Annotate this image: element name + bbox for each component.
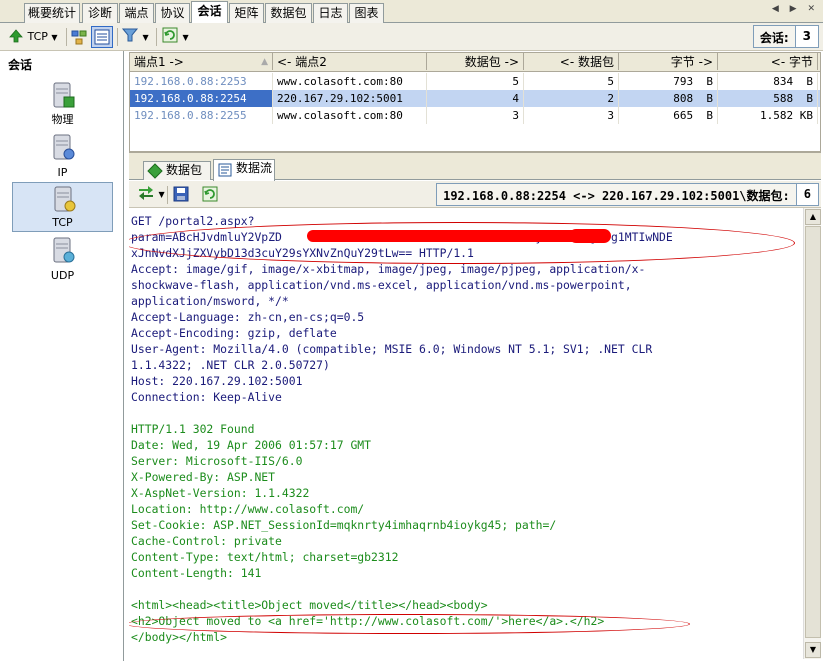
tab-protocols[interactable]: 协议 bbox=[155, 3, 190, 23]
cell-endpoint2: www.colasoft.com:80 bbox=[273, 73, 427, 90]
cell-endpoint2: 220.167.29.102:5001 bbox=[273, 90, 427, 107]
packet-icon bbox=[147, 163, 163, 179]
session-count-value: 3 bbox=[795, 26, 818, 47]
scroll-up-button[interactable]: ▲ bbox=[805, 209, 821, 225]
refresh-icon bbox=[202, 186, 218, 202]
session-type-physical[interactable]: 物理 bbox=[12, 79, 113, 129]
column-header-bytes-in[interactable]: <- 字节 bbox=[718, 53, 818, 70]
refresh-button[interactable]: ▼ bbox=[161, 26, 191, 48]
tab-packets-detail[interactable]: 数据包 bbox=[143, 161, 211, 180]
protocol-label: TCP bbox=[27, 30, 48, 43]
table-row[interactable]: 192.168.0.88:2253 www.colasoft.com:80 5 … bbox=[130, 73, 820, 90]
tab-label: 数据流 bbox=[236, 161, 273, 175]
panel-title: 会话 bbox=[8, 58, 33, 72]
table-header: 端点1 -> ▲ <- 端点2 数据包 -> <- 数据包 字节 -> <- 字节 bbox=[130, 53, 820, 72]
column-header-packets-in[interactable]: <- 数据包 bbox=[524, 53, 619, 70]
packet-count-value: 6 bbox=[796, 184, 818, 205]
cell-bytes-in: 1.582 KB bbox=[718, 107, 818, 124]
session-type-label: IP bbox=[57, 166, 68, 179]
cell-endpoint1: 192.168.0.88:2253 bbox=[130, 73, 273, 90]
server-icon bbox=[53, 134, 75, 160]
cell-bytes-out: 793 B bbox=[619, 73, 718, 90]
view-tab-strip: 概要统计 诊断 端点 协议 会话 矩阵 数据包 日志 图表 ◀ ▶ ✕ bbox=[0, 0, 823, 24]
session-type-tcp[interactable]: TCP bbox=[12, 182, 113, 232]
tab-summary[interactable]: 概要统计 bbox=[24, 3, 80, 23]
tab-label: 数据包 bbox=[166, 163, 203, 177]
refresh-detail-button[interactable] bbox=[201, 183, 221, 205]
cell-endpoint1: 192.168.0.88:2255 bbox=[130, 107, 273, 124]
tab-endpoints[interactable]: 端点 bbox=[119, 3, 154, 23]
scroll-down-button[interactable]: ▼ bbox=[805, 642, 821, 658]
tab-matrix[interactable]: 矩阵 bbox=[229, 3, 264, 23]
scroll-thumb[interactable] bbox=[805, 226, 821, 638]
cell-packets-in: 2 bbox=[524, 90, 619, 107]
tab-charts[interactable]: 图表 bbox=[349, 3, 384, 23]
column-header-packets-out[interactable]: 数据包 -> bbox=[427, 53, 524, 70]
main-toolbar: TCP ▼ ▼ ▼ 会话: 3 bbox=[0, 23, 823, 51]
packet-info-display: 192.168.0.88:2254 <-> 220.167.29.102:500… bbox=[436, 183, 819, 206]
filter-icon bbox=[121, 28, 139, 42]
cell-bytes-in: 588 B bbox=[718, 90, 818, 107]
session-type-ip[interactable]: IP bbox=[12, 131, 113, 181]
table-row[interactable]: 192.168.0.88:2254 220.167.29.102:5001 4 … bbox=[130, 90, 820, 107]
session-type-label: TCP bbox=[52, 216, 73, 229]
tab-log[interactable]: 日志 bbox=[313, 3, 348, 23]
chevron-down-icon: ▼ bbox=[158, 190, 165, 199]
vertical-scrollbar[interactable]: ▲ ▼ bbox=[803, 208, 821, 659]
chevron-down-icon: ▼ bbox=[142, 33, 149, 42]
cell-endpoint1: 192.168.0.88:2254 bbox=[130, 90, 273, 107]
list-icon bbox=[94, 29, 110, 45]
chevron-down-icon: ▼ bbox=[51, 33, 58, 42]
up-arrow-icon bbox=[9, 29, 23, 43]
cell-packets-out: 5 bbox=[427, 73, 524, 90]
save-button[interactable] bbox=[172, 183, 192, 205]
tab-sessions[interactable]: 会话 bbox=[191, 1, 228, 24]
session-type-label: 物理 bbox=[51, 113, 74, 126]
tab-scroll-arrows[interactable]: ◀ ▶ ✕ bbox=[772, 4, 819, 14]
cell-endpoint2: www.colasoft.com:80 bbox=[273, 107, 427, 124]
column-header-bytes-out[interactable]: 字节 -> bbox=[619, 53, 718, 70]
cell-packets-out: 3 bbox=[427, 107, 524, 124]
save-icon bbox=[173, 186, 189, 202]
session-count-display: 会话: 3 bbox=[752, 25, 819, 48]
filter-button[interactable]: ▼ bbox=[121, 26, 151, 48]
server-icon bbox=[54, 186, 76, 212]
tree-view-button[interactable] bbox=[70, 26, 90, 48]
annotation-ellipse bbox=[129, 614, 690, 634]
column-header-endpoint2[interactable]: <- 端点2 bbox=[273, 53, 427, 70]
session-type-panel: 会话 物理 IP TCP UDP bbox=[0, 51, 124, 661]
cell-bytes-in: 834 B bbox=[718, 73, 818, 90]
data-flow-icon bbox=[218, 163, 232, 177]
tab-packets[interactable]: 数据包 bbox=[265, 3, 312, 23]
detail-toolbar: ▼ 192.168.0.88:2254 <-> 220.167.29.102:5… bbox=[129, 181, 821, 208]
tab-diagnosis[interactable]: 诊断 bbox=[82, 3, 118, 23]
cell-packets-in: 3 bbox=[524, 107, 619, 124]
table-row[interactable]: 192.168.0.88:2255 www.colasoft.com:80 3 … bbox=[130, 107, 820, 124]
cell-bytes-out: 808 B bbox=[619, 90, 718, 107]
refresh-icon bbox=[162, 27, 178, 43]
server-icon bbox=[53, 82, 75, 108]
annotation-ellipse bbox=[129, 222, 795, 264]
session-endpoints-label: 192.168.0.88:2254 <-> 220.167.29.102:500… bbox=[437, 184, 797, 205]
list-view-button[interactable] bbox=[91, 26, 113, 48]
direction-button[interactable]: ▼ bbox=[137, 183, 165, 205]
chevron-down-icon: ▼ bbox=[182, 33, 189, 42]
session-type-label: UDP bbox=[50, 269, 75, 282]
tab-data-flow[interactable]: 数据流 bbox=[213, 159, 275, 181]
http-response-text: HTTP/1.1 302 Found Date: Wed, 19 Apr 200… bbox=[131, 422, 557, 580]
swap-arrows-icon bbox=[139, 186, 153, 200]
column-header-endpoint1[interactable]: 端点1 -> ▲ bbox=[130, 53, 273, 70]
session-count-label: 会话: bbox=[753, 26, 796, 47]
cell-packets-in: 5 bbox=[524, 73, 619, 90]
protocol-selector[interactable]: TCP ▼ bbox=[8, 26, 64, 48]
session-type-udp[interactable]: UDP bbox=[12, 234, 113, 284]
tree-icon bbox=[71, 30, 87, 45]
server-icon bbox=[53, 237, 75, 263]
data-flow-view[interactable]: GET /portal2.aspx? param=ABcHJvdmluY2VpZ… bbox=[129, 208, 803, 659]
detail-tab-strip: 数据包 数据流 bbox=[129, 158, 821, 181]
cell-bytes-out: 665 B bbox=[619, 107, 718, 124]
cell-packets-out: 4 bbox=[427, 90, 524, 107]
session-table: 端点1 -> ▲ <- 端点2 数据包 -> <- 数据包 字节 -> <- 字节… bbox=[129, 52, 821, 152]
